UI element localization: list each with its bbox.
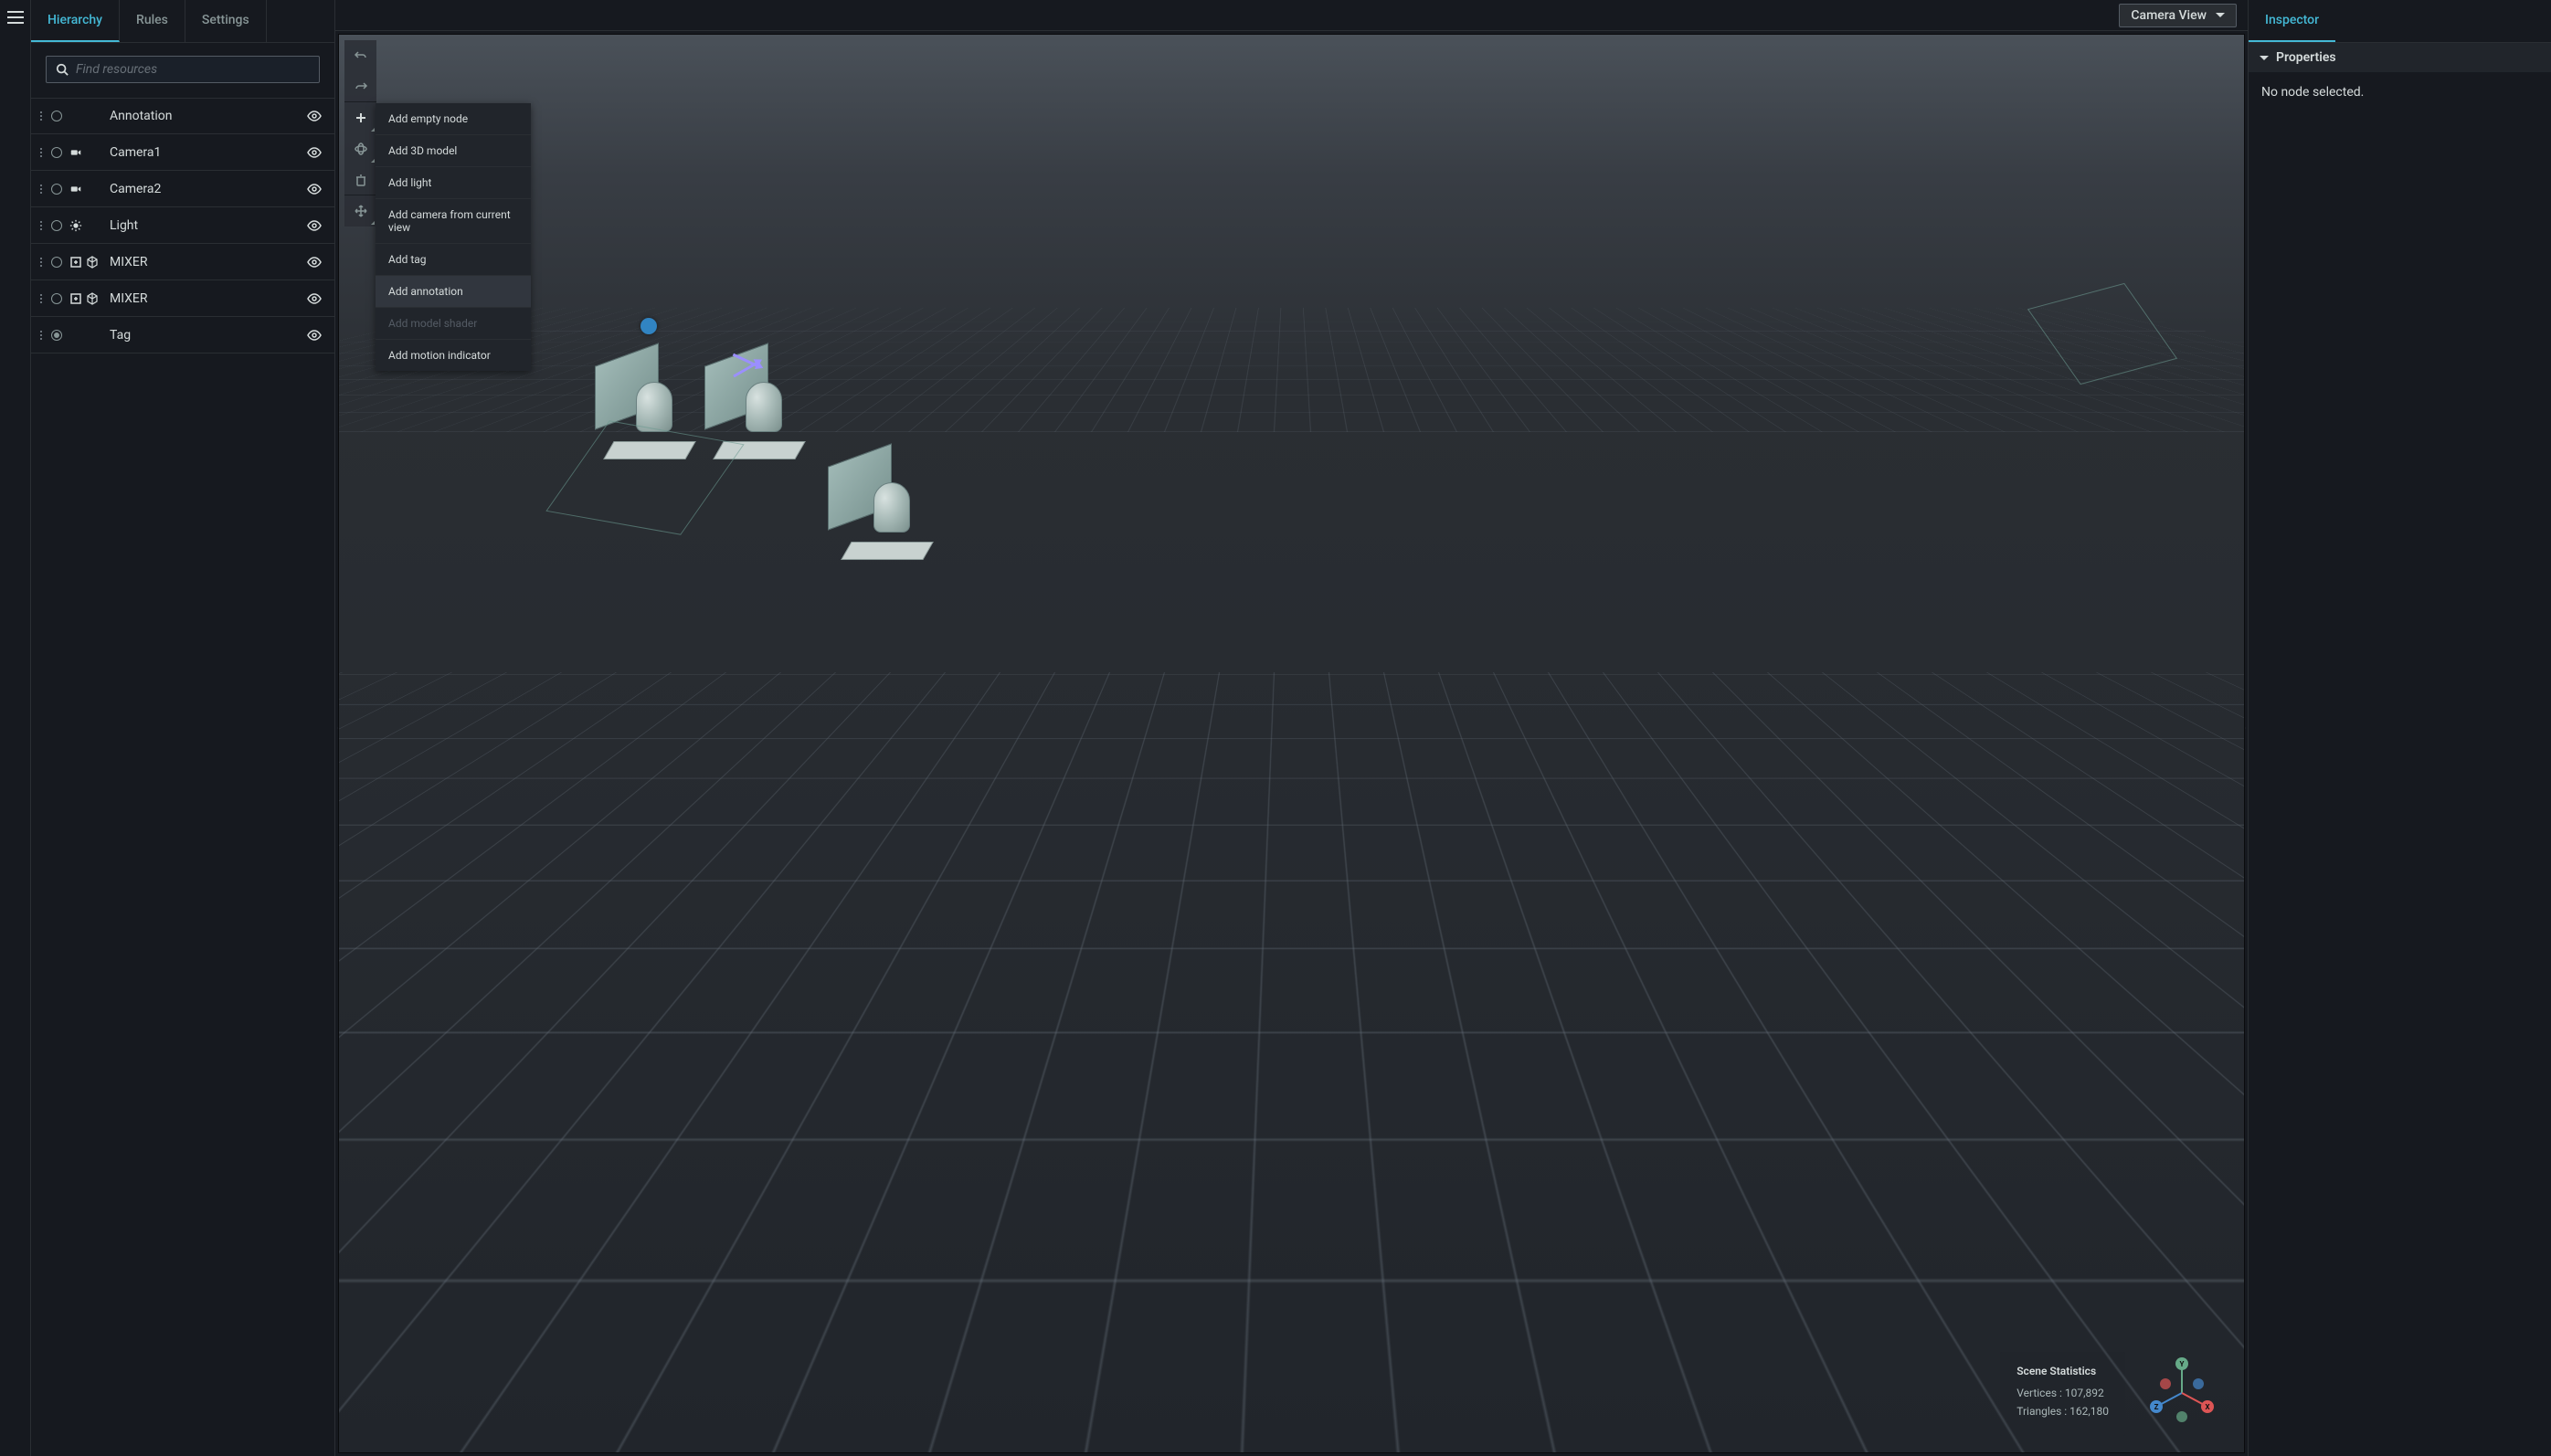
radio-select[interactable] [51,257,62,268]
drag-handle-icon[interactable] [40,148,42,157]
tab-settings[interactable]: Settings [185,0,267,42]
tree-item-label: MIXER [110,255,300,269]
tab-inspector[interactable]: Inspector [2249,0,2335,42]
delete-button[interactable] [344,164,376,195]
drag-handle-icon[interactable] [40,185,42,194]
tab-hierarchy[interactable]: Hierarchy [31,0,120,42]
properties-label: Properties [2276,50,2336,65]
caret-down-icon [2260,56,2269,60]
tree-item-mixer[interactable]: MIXER [31,280,334,317]
svg-text:X: X [2205,1403,2209,1411]
scene-statistics: Scene Statistics Vertices : 107,892 Tria… [2000,1352,2125,1436]
visibility-icon[interactable] [307,145,322,160]
scene-tag[interactable] [640,318,657,334]
undo-button[interactable] [344,40,376,71]
add-button[interactable] [344,102,376,133]
view-cube[interactable]: Y X Z [2145,1356,2218,1430]
svg-text:Y: Y [2180,1360,2185,1368]
left-tabs: Hierarchy Rules Settings [31,0,334,43]
tree-item-label: Camera2 [110,182,300,196]
search-icon [56,63,69,76]
tree-item-camera1[interactable]: Camera1 [31,134,334,171]
viewport-panel: Camera View [335,0,2248,1456]
viewport-3d[interactable]: Add empty node Add 3D model Add light Ad… [338,34,2245,1453]
left-rail [0,0,31,1456]
menu-add-annotation[interactable]: Add annotation [376,276,531,308]
menu-add-empty-node[interactable]: Add empty node [376,103,531,135]
radio-select[interactable] [51,147,62,158]
visibility-icon[interactable] [307,328,322,343]
inspector-panel: Inspector Properties No node selected. [2248,0,2551,1456]
expand-icon[interactable] [69,292,82,305]
radio-select[interactable] [51,220,62,231]
drag-handle-icon[interactable] [40,331,42,340]
visibility-icon[interactable] [307,109,322,123]
menu-add-motion-indicator[interactable]: Add motion indicator [376,340,531,371]
tree-item-annotation[interactable]: Annotation [31,98,334,134]
camera-icon [69,183,82,195]
viewport-toolbar [344,40,376,227]
expand-icon[interactable] [69,256,82,269]
tree-item-camera2[interactable]: Camera2 [31,171,334,207]
menu-add-camera-from-view[interactable]: Add camera from current view [376,199,531,244]
menu-add-3d-model[interactable]: Add 3D model [376,135,531,167]
tree-item-label: Light [110,218,300,233]
model-icon [86,292,99,305]
tab-rules[interactable]: Rules [120,0,185,42]
rotate-button[interactable] [344,133,376,164]
visibility-icon[interactable] [307,218,322,233]
tree-item-tag[interactable]: Tag [31,317,334,353]
menu-add-tag[interactable]: Add tag [376,244,531,276]
search-box [46,56,320,83]
camera-view-button[interactable]: Camera View [2119,4,2237,27]
redo-button[interactable] [344,71,376,102]
camera-view-label: Camera View [2131,8,2207,23]
hamburger-menu-icon[interactable] [7,11,24,24]
tree-item-label: Tag [110,328,300,343]
tree-item-mixer[interactable]: MIXER [31,244,334,280]
tree-item-label: Camera1 [110,145,300,160]
visibility-icon[interactable] [307,291,322,306]
svg-text:Z: Z [2154,1403,2159,1411]
hierarchy-panel: Hierarchy Rules Settings Annotation [31,0,335,1456]
no-selection-message: No node selected. [2249,72,2551,112]
hierarchy-tree: Annotation Camera1 [31,92,334,359]
menu-add-model-shader: Add model shader [376,308,531,340]
drag-handle-icon[interactable] [40,294,42,303]
tree-item-label: MIXER [110,291,300,306]
stats-triangles: Triangles : 162,180 [2016,1405,2109,1418]
visibility-icon[interactable] [307,182,322,196]
drag-handle-icon[interactable] [40,221,42,230]
tree-item-light[interactable]: Light [31,207,334,244]
add-context-menu: Add empty node Add 3D model Add light Ad… [376,103,531,371]
caret-down-icon [2216,13,2225,17]
viewport-header: Camera View [335,0,2248,31]
camera-icon [69,146,82,159]
radio-select[interactable] [51,111,62,121]
move-button[interactable] [344,195,376,227]
tree-item-label: Annotation [110,109,300,123]
drag-handle-icon[interactable] [40,111,42,121]
radio-select[interactable] [51,330,62,341]
menu-add-light[interactable]: Add light [376,167,531,199]
drag-handle-icon[interactable] [40,258,42,267]
stats-vertices: Vertices : 107,892 [2016,1387,2109,1399]
scene-mixer[interactable] [828,455,947,583]
model-icon [86,256,99,269]
stats-title: Scene Statistics [2016,1365,2109,1377]
radio-select[interactable] [51,293,62,304]
light-icon [69,219,82,232]
search-input[interactable] [76,62,310,77]
visibility-icon[interactable] [307,255,322,269]
radio-select[interactable] [51,184,62,195]
properties-header[interactable]: Properties [2249,43,2551,72]
